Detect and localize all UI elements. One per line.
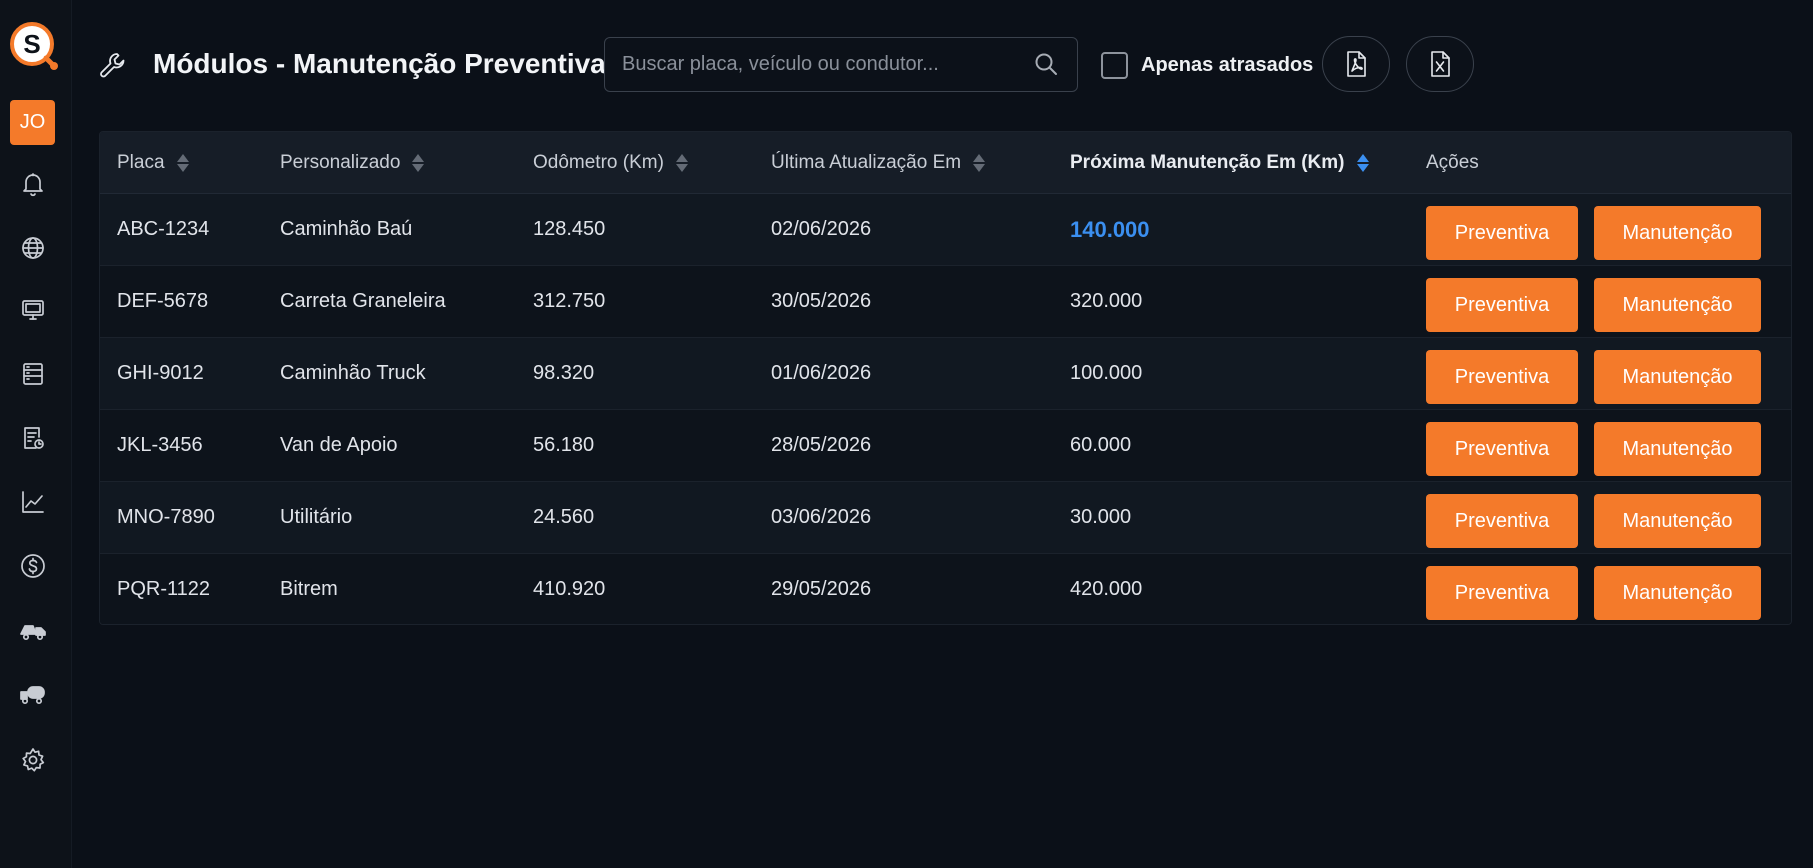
preventiva-button[interactable]: Preventiva (1426, 278, 1578, 332)
cell-ultima-atualizacao: 29/05/2026 (771, 578, 872, 600)
preventiva-button[interactable]: Preventiva (1426, 206, 1578, 260)
manutencao-button[interactable]: Manutenção (1594, 350, 1761, 404)
chart-line-icon[interactable] (18, 487, 48, 517)
cell-personalizado: Caminhão Baú (280, 218, 413, 240)
sidebar: S JO (0, 0, 72, 868)
truck-icon[interactable] (18, 615, 48, 645)
manutencao-button[interactable]: Manutenção (1594, 278, 1761, 332)
cell-placa: JKL-3456 (117, 434, 203, 456)
preventiva-button[interactable]: Preventiva (1426, 350, 1578, 404)
manutencao-button[interactable]: Manutenção (1594, 494, 1761, 548)
export-pdf-button[interactable] (1322, 36, 1390, 92)
gear-icon[interactable] (18, 745, 48, 775)
table-header: Placa Personalizado Odômetro (Km) Última… (100, 132, 1791, 194)
sort-icon[interactable] (412, 152, 425, 174)
cell-personalizado: Utilitário (280, 506, 353, 528)
column-header-ultima-atualizacao[interactable]: Última Atualização Em (771, 132, 986, 194)
search-icon[interactable] (1033, 51, 1061, 79)
cell-ultima-atualizacao: 28/05/2026 (771, 434, 872, 456)
user-avatar[interactable]: JO (10, 100, 55, 145)
search-input[interactable] (605, 38, 1033, 91)
table-row[interactable]: MNO-7890 Utilitário 24.560 03/06/2026 30… (100, 482, 1791, 554)
cell-proxima-manutencao: 30.000 (1070, 506, 1132, 528)
column-header-placa[interactable]: Placa (117, 132, 189, 194)
cell-ultima-atualizacao: 30/05/2026 (771, 290, 872, 312)
cell-ultima-atualizacao: 02/06/2026 (771, 218, 872, 240)
cell-odometro: 24.560 (533, 506, 595, 528)
search-box (604, 37, 1078, 92)
report-icon[interactable] (18, 423, 48, 453)
table-row[interactable]: DEF-5678 Carreta Graneleira 312.750 30/0… (100, 266, 1791, 338)
sort-icon[interactable] (973, 152, 986, 174)
manutencao-button[interactable]: Manutenção (1594, 566, 1761, 620)
monitor-icon[interactable] (18, 295, 48, 325)
app-logo[interactable]: S (8, 18, 58, 76)
column-label: Ações (1426, 152, 1479, 173)
column-label: Próxima Manutenção Em (Km) (1070, 152, 1345, 173)
table-row[interactable]: JKL-3456 Van de Apoio 56.180 28/05/2026 … (100, 410, 1791, 482)
bell-icon[interactable] (18, 169, 48, 199)
column-header-personalizado[interactable]: Personalizado (280, 132, 425, 194)
excel-file-icon (1431, 51, 1450, 77)
overdue-checkbox[interactable] (1101, 51, 1128, 79)
column-label: Personalizado (280, 152, 401, 173)
cell-placa: MNO-7890 (117, 506, 215, 528)
cell-proxima-manutencao: 100.000 (1070, 362, 1143, 384)
cell-proxima-manutencao: 420.000 (1070, 578, 1143, 600)
cell-proxima-manutencao: 140.000 (1070, 217, 1150, 242)
column-label: Odômetro (Km) (533, 152, 664, 173)
cell-personalizado: Caminhão Truck (280, 362, 426, 384)
cell-odometro: 312.750 (533, 290, 606, 312)
column-header-odometro[interactable]: Odômetro (Km) (533, 132, 688, 194)
overdue-filter[interactable]: Apenas atrasados (1101, 50, 1313, 80)
export-excel-button[interactable] (1406, 36, 1474, 92)
preventiva-button[interactable]: Preventiva (1426, 494, 1578, 548)
manutencao-button[interactable]: Manutenção (1594, 206, 1761, 260)
preventiva-button[interactable]: Preventiva (1426, 566, 1578, 620)
logo-letter: S (23, 29, 40, 59)
sort-icon[interactable] (176, 152, 189, 174)
table-row[interactable]: GHI-9012 Caminhão Truck 98.320 01/06/202… (100, 338, 1791, 410)
cell-odometro: 410.920 (533, 578, 606, 600)
table-row[interactable]: PQR-1122 Bitrem 410.920 29/05/2026 420.0… (100, 554, 1791, 624)
cell-ultima-atualizacao: 01/06/2026 (771, 362, 872, 384)
cell-placa: GHI-9012 (117, 362, 204, 384)
cell-odometro: 128.450 (533, 218, 606, 240)
globe-icon[interactable] (18, 233, 48, 263)
manutencao-button[interactable]: Manutenção (1594, 422, 1761, 476)
table-row[interactable]: ABC-1234 Caminhão Baú 128.450 02/06/2026… (100, 194, 1791, 266)
cell-proxima-manutencao: 60.000 (1070, 434, 1132, 456)
column-header-proxima-manutencao[interactable]: Próxima Manutenção Em (Km) (1070, 132, 1369, 194)
overdue-label: Apenas atrasados (1141, 53, 1314, 76)
cell-personalizado: Carreta Graneleira (280, 290, 446, 312)
cell-personalizado: Van de Apoio (280, 434, 398, 456)
cell-odometro: 56.180 (533, 434, 595, 456)
maintenance-table: Placa Personalizado Odômetro (Km) Última… (99, 131, 1792, 625)
cell-personalizado: Bitrem (280, 578, 338, 600)
sort-icon[interactable] (675, 152, 688, 174)
wrench-icon (97, 50, 129, 82)
pdf-file-icon (1347, 51, 1366, 77)
tanker-truck-icon[interactable] (18, 679, 48, 709)
cell-proxima-manutencao: 320.000 (1070, 290, 1143, 312)
dollar-icon[interactable] (18, 551, 48, 581)
cell-odometro: 98.320 (533, 362, 595, 384)
server-icon[interactable] (18, 359, 48, 389)
column-label: Última Atualização Em (771, 152, 962, 173)
cell-ultima-atualizacao: 03/06/2026 (771, 506, 872, 528)
column-label: Placa (117, 152, 165, 173)
cell-placa: ABC-1234 (117, 218, 210, 240)
cell-placa: PQR-1122 (117, 578, 211, 600)
column-header-acoes: Ações (1426, 132, 1479, 194)
sort-active-icon[interactable] (1356, 152, 1369, 174)
preventiva-button[interactable]: Preventiva (1426, 422, 1578, 476)
cell-placa: DEF-5678 (117, 290, 209, 312)
page-title: Módulos - Manutenção Preventiva (153, 48, 606, 79)
